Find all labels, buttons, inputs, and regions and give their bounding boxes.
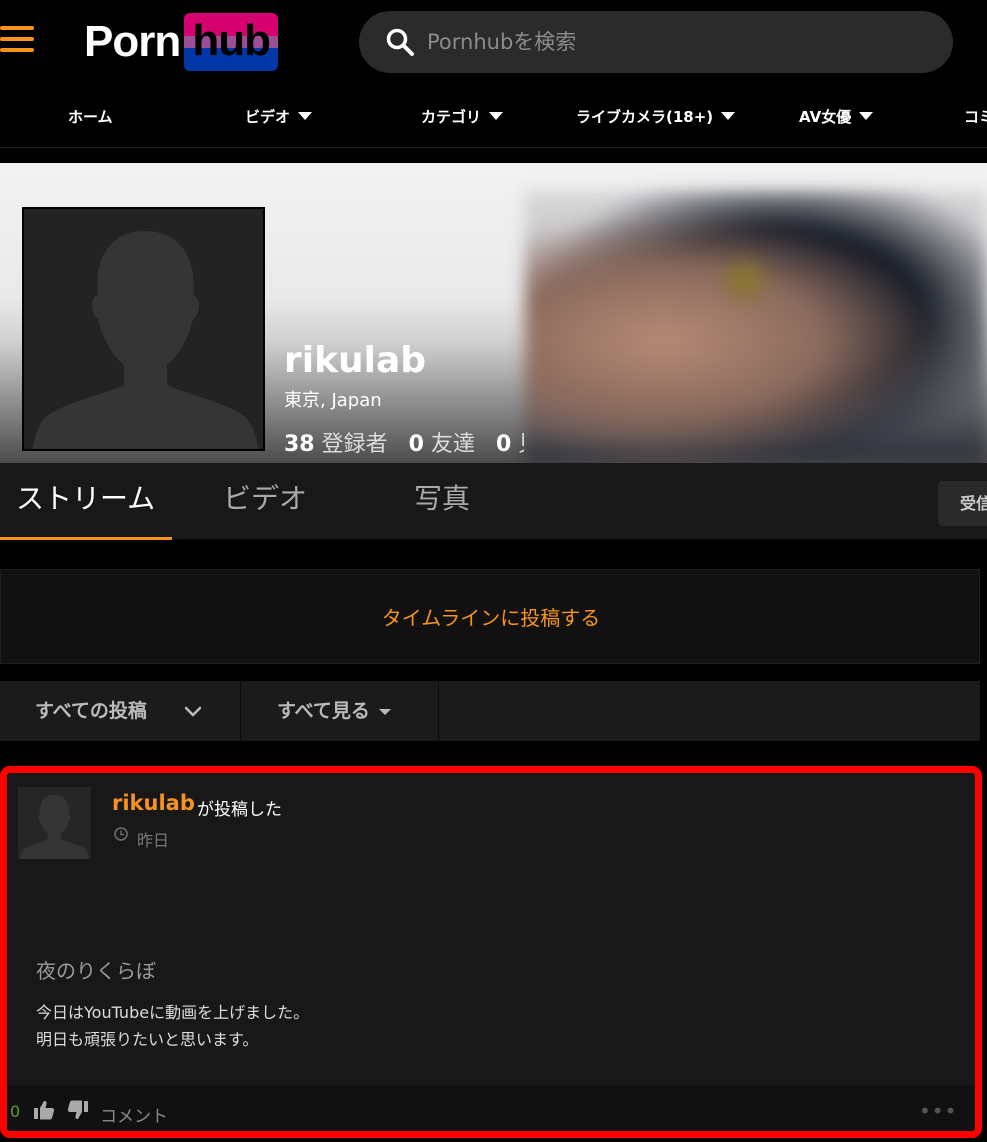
profile-stats: 38 登録者 0 友達 0 見 — [284, 426, 524, 462]
thumbs-up-icon[interactable] — [33, 1099, 55, 1121]
profile-location: 東京, Japan — [284, 390, 382, 411]
filter-view-all[interactable]: すべて見る — [277, 681, 391, 741]
nav-item-label: AV女優 — [799, 107, 852, 126]
tab-videos[interactable]: ビデオ — [223, 463, 307, 539]
nav-item-label: カテゴリ — [421, 107, 482, 126]
stat-subscribers[interactable]: 38 登録者 — [284, 432, 388, 457]
stat-friends[interactable]: 0 友達 — [409, 432, 475, 457]
caret-down-icon — [721, 112, 736, 120]
avatar-silhouette-icon — [24, 209, 263, 449]
more-options-icon[interactable]: ••• — [919, 1099, 957, 1123]
nav-item-categories[interactable]: カテゴリ — [421, 88, 504, 144]
profile-avatar[interactable] — [22, 207, 265, 451]
post-timestamp: 昨日 — [137, 831, 170, 850]
search-icon[interactable] — [385, 27, 415, 57]
caret-down-icon — [298, 112, 313, 120]
filter-all-posts[interactable]: すべての投稿 — [35, 681, 240, 741]
thumbs-down-icon[interactable] — [67, 1099, 89, 1121]
post-body-line: 明日も頑張りたいと思います。 — [36, 1030, 259, 1049]
avatar-silhouette-icon — [18, 787, 91, 859]
nav-item-label: ホーム — [68, 107, 113, 126]
post-title: 夜のりくらぼ — [36, 959, 156, 983]
caret-down-icon — [378, 708, 391, 715]
post-body: 今日はYouTubeに動画を上げました。 明日も頑張りたいと思います。 — [36, 999, 309, 1053]
search-bar[interactable] — [359, 11, 953, 73]
post-body-line: 今日はYouTubeに動画を上げました。 — [36, 1003, 310, 1022]
search-input[interactable] — [427, 25, 927, 59]
logo-text-hub: hub — [184, 13, 279, 71]
stream-post: rikulab が投稿した 昨日 夜のりくらぼ 今日はYouTubeに動画を上げ… — [0, 766, 982, 1138]
nav-item-community[interactable]: コミ — [964, 88, 987, 144]
caret-down-icon — [489, 112, 504, 120]
profile-tabs: ストリーム ビデオ 写真 — [0, 463, 987, 539]
stream-filters: すべての投稿 すべて見る — [0, 681, 980, 741]
filter-divider — [240, 681, 241, 741]
nav-item-pornstars[interactable]: AV女優 — [799, 88, 874, 144]
cover-image — [525, 191, 987, 463]
like-count: 0 — [10, 1102, 21, 1121]
tab-photos[interactable]: 写真 — [414, 463, 470, 539]
filter-view-all-label: すべて見る — [277, 700, 370, 722]
filter-divider — [438, 681, 439, 741]
site-header: Porn hub ホーム ビデオ カテゴリ ライブカメラ(18+) AV女優 — [0, 0, 987, 148]
post-action-text: が投稿した — [197, 800, 282, 820]
nav-item-label: コミ — [964, 107, 987, 126]
comment-link[interactable]: コメント — [100, 1102, 168, 1127]
clock-icon — [114, 827, 128, 841]
tab-stream[interactable]: ストリーム — [16, 463, 155, 539]
filter-all-posts-label: すべての投稿 — [35, 700, 147, 722]
caret-down-icon — [859, 112, 874, 120]
chevron-down-icon[interactable] — [183, 701, 203, 721]
inbox-button[interactable]: 受信 — [938, 481, 987, 526]
nav-item-live-cams[interactable]: ライブカメラ(18+) — [576, 88, 736, 144]
post-author-avatar[interactable] — [18, 787, 91, 859]
menu-icon[interactable] — [0, 26, 36, 54]
nav-item-label: ビデオ — [245, 107, 291, 126]
post-footer: 0 コメント ••• — [7, 1085, 975, 1131]
profile-username: rikulab — [284, 340, 427, 381]
stat-views[interactable]: 0 見 — [496, 432, 524, 457]
post-to-timeline-label[interactable]: タイムラインに投稿する — [1, 602, 981, 631]
site-logo[interactable]: Porn hub — [84, 13, 279, 71]
nav-item-home[interactable]: ホーム — [68, 88, 113, 144]
post-author-link[interactable]: rikulab — [112, 791, 195, 815]
active-tab-indicator — [0, 537, 172, 540]
post-to-timeline-box[interactable]: タイムラインに投稿する — [0, 569, 980, 664]
nav-item-label: ライブカメラ(18+) — [576, 107, 714, 126]
logo-text-porn: Porn — [84, 17, 181, 66]
nav-item-videos[interactable]: ビデオ — [245, 88, 313, 144]
main-nav: ホーム ビデオ カテゴリ ライブカメラ(18+) AV女優 コミ — [0, 88, 987, 144]
nav-divider — [0, 147, 987, 148]
